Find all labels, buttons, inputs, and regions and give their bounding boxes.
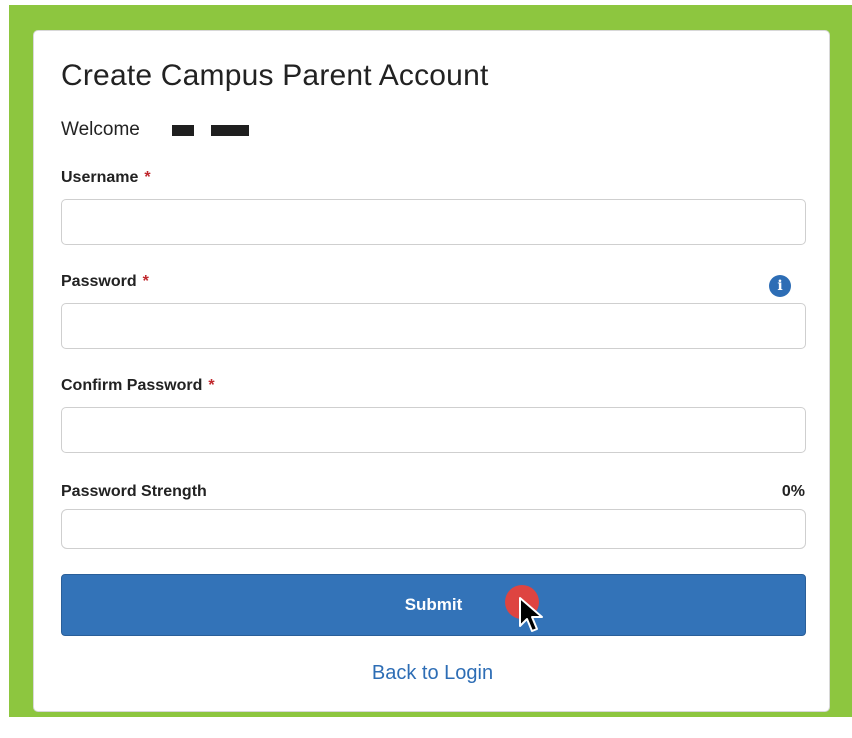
- password-strength-value: 0%: [781, 483, 805, 500]
- create-account-card: Create Campus Parent Account Welcome Use…: [33, 30, 830, 712]
- password-strength-meter: [61, 509, 806, 549]
- info-icon[interactable]: i: [769, 275, 791, 297]
- required-marker: *: [142, 273, 149, 290]
- password-input[interactable]: [61, 303, 806, 349]
- confirm-password-input[interactable]: [61, 407, 806, 453]
- back-to-login-link[interactable]: Back to Login: [34, 662, 831, 685]
- redacted-first-name: [171, 124, 194, 136]
- redacted-last-name: [210, 124, 249, 136]
- confirm-password-label: Confirm Password *: [61, 377, 215, 394]
- required-marker: *: [144, 169, 151, 186]
- username-label: Username *: [61, 169, 151, 186]
- username-input[interactable]: [61, 199, 806, 245]
- password-label: Password *: [61, 273, 149, 290]
- required-marker: *: [208, 377, 215, 394]
- mouse-pointer-icon: [519, 597, 543, 632]
- page-title: Create Campus Parent Account: [61, 59, 489, 92]
- submit-button[interactable]: Submit: [61, 574, 806, 636]
- welcome-message: Welcome: [61, 119, 249, 141]
- welcome-text: Welcome: [61, 119, 140, 140]
- password-strength-label: Password Strength: [61, 483, 207, 500]
